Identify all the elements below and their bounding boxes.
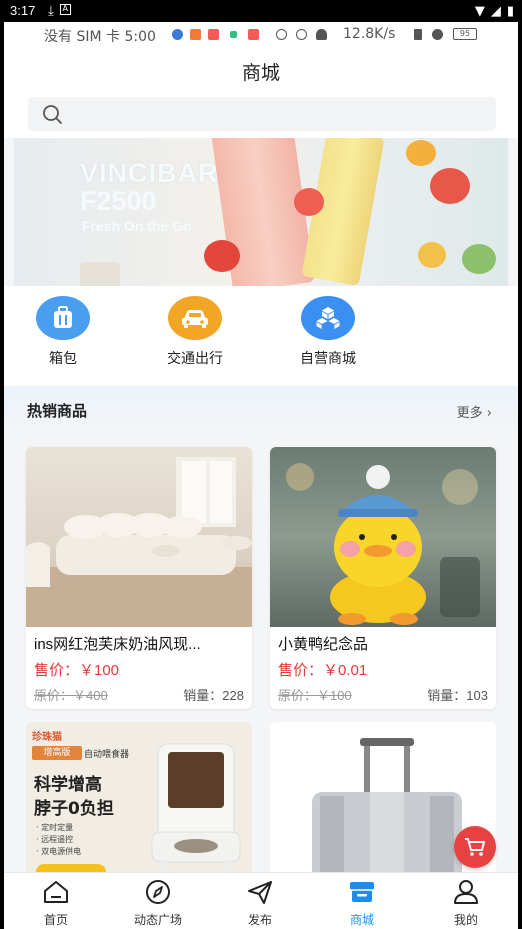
- product-price: 售价：￥0.01: [278, 662, 368, 679]
- app-icon: [248, 29, 259, 40]
- signal-icon: ◢: [490, 4, 501, 19]
- product-card[interactable]: 珍珠猫 增高版 自动喂食器 科学增高 脖子0负担 · 定时定量 · 远程遥控 ·…: [26, 722, 252, 892]
- tab-label: 我的: [453, 913, 478, 927]
- product-original-price: 原价：￥100: [278, 688, 352, 703]
- product-original-price: 原价：￥400: [34, 688, 108, 703]
- strawberry-image: [294, 188, 324, 216]
- luggage-icon: [36, 296, 90, 340]
- tab-home[interactable]: 首页: [16, 879, 96, 928]
- inner-status-bar: 没有 SIM 卡 5:00 12.8K/s 95: [4, 22, 518, 48]
- send-icon: [248, 881, 272, 904]
- product-image: [26, 447, 252, 627]
- compass-icon: [146, 880, 170, 904]
- product-card[interactable]: 小黄鸭纪念品 售价：￥0.01 原价：￥100 销量：103: [270, 447, 496, 709]
- product-sales: 销量：103: [427, 688, 488, 703]
- carrier-text: 没有 SIM 卡 5:00: [44, 29, 156, 45]
- car-icon: [168, 296, 222, 340]
- ice-image: [80, 262, 120, 286]
- product-card[interactable]: ins网红泡芙床奶油风现... 售价：￥100 原价：￥400 销量：228: [26, 447, 252, 709]
- wifi-icon: ▼: [474, 4, 485, 19]
- ad-bullet: · 定时定量: [36, 823, 74, 832]
- hot-products-header: 热销商品 更多 ›: [4, 386, 518, 434]
- orange-image: [406, 140, 436, 166]
- tab-label: 动态广场: [133, 913, 182, 927]
- sync-icon: [296, 29, 307, 40]
- banner-brand: VINCIBAR: [80, 158, 219, 188]
- battery-level: 95: [453, 28, 477, 40]
- leaf-image: [462, 244, 496, 274]
- alert-icon: [432, 29, 443, 40]
- feeder-image: [151, 743, 241, 884]
- search-input[interactable]: [28, 97, 496, 131]
- promo-banner[interactable]: VINCIBAR F2500 Fresh On the Go: [14, 138, 508, 286]
- ad-line1: 科学增高: [34, 775, 102, 795]
- product-name: 小黄鸭纪念品: [278, 636, 369, 653]
- user-icon: [454, 880, 478, 904]
- product-image: [270, 447, 496, 627]
- orange-image: [418, 242, 446, 268]
- app-notification-icon: A: [59, 4, 71, 15]
- tab-square[interactable]: 动态广场: [118, 879, 198, 928]
- ad-bullet: · 远程遥控: [36, 835, 74, 844]
- category-luggage[interactable]: 箱包: [18, 296, 108, 368]
- store-icon: [350, 882, 374, 902]
- strawberry-image: [204, 240, 240, 272]
- search-icon: [43, 105, 62, 124]
- system-status-bar: 3:17 ⤓ A ▼ ◢ ▮: [0, 0, 522, 22]
- category-label: 自营商城: [300, 351, 356, 367]
- cart-button[interactable]: [454, 826, 496, 868]
- tab-label: 发布: [247, 913, 272, 927]
- category-label: 交通出行: [167, 351, 223, 367]
- banner-tagline: Fresh On the Go: [82, 218, 192, 234]
- product-card[interactable]: [270, 722, 496, 892]
- bottom-tab-bar: 首页 动态广场 发布 商城 我的: [4, 872, 518, 929]
- app-icon: [230, 31, 237, 38]
- category-label: 箱包: [49, 351, 77, 367]
- app-icon: [172, 29, 183, 40]
- category-self-run-mall[interactable]: 自营商城: [283, 296, 373, 368]
- tab-mine[interactable]: 我的: [426, 879, 506, 928]
- mute-icon: [316, 29, 327, 40]
- ad-badge: 增高版: [32, 746, 82, 760]
- ad-brand: 珍珠猫: [32, 732, 62, 743]
- category-row: 箱包 交通出行 自营商城: [4, 286, 518, 386]
- tab-mall[interactable]: 商城: [322, 879, 402, 928]
- system-time: 3:17: [10, 3, 36, 18]
- app-screen: 没有 SIM 卡 5:00 12.8K/s 95 商城 VINCIBAR F25…: [4, 22, 518, 929]
- home-icon: [44, 881, 68, 903]
- download-icon: ⤓: [48, 4, 54, 19]
- search-area: [4, 92, 518, 138]
- category-transport[interactable]: 交通出行: [150, 296, 240, 368]
- product-price: 售价：￥100: [34, 662, 120, 679]
- ad-line2: 脖子0负担: [34, 799, 114, 819]
- tab-publish[interactable]: 发布: [220, 879, 300, 928]
- page-title: 商城: [241, 62, 280, 84]
- signal-icon: [414, 29, 422, 40]
- network-speed: 12.8K/s: [343, 26, 396, 42]
- strawberry-image: [430, 168, 470, 204]
- product-name: ins网红泡芙床奶油风现...: [34, 636, 201, 653]
- cubes-icon: [301, 296, 355, 340]
- app-icon: [190, 29, 201, 40]
- ad-subtitle: 自动喂食器: [84, 750, 130, 760]
- suitcase-image: [312, 738, 462, 892]
- speedometer-icon: [276, 29, 287, 40]
- battery-icon: ▮: [506, 4, 514, 19]
- section-title: 热销商品: [27, 402, 88, 420]
- tab-label: 商城: [349, 913, 374, 927]
- banner-model: F2500: [80, 186, 157, 216]
- page-header: 商城: [4, 48, 518, 92]
- app-icon: [208, 29, 219, 40]
- more-link[interactable]: 更多 ›: [457, 402, 492, 421]
- ad-bullet: · 双电源供电: [36, 847, 82, 856]
- product-sales: 销量：228: [183, 688, 244, 703]
- cart-icon: [465, 838, 485, 856]
- tab-label: 首页: [43, 913, 68, 927]
